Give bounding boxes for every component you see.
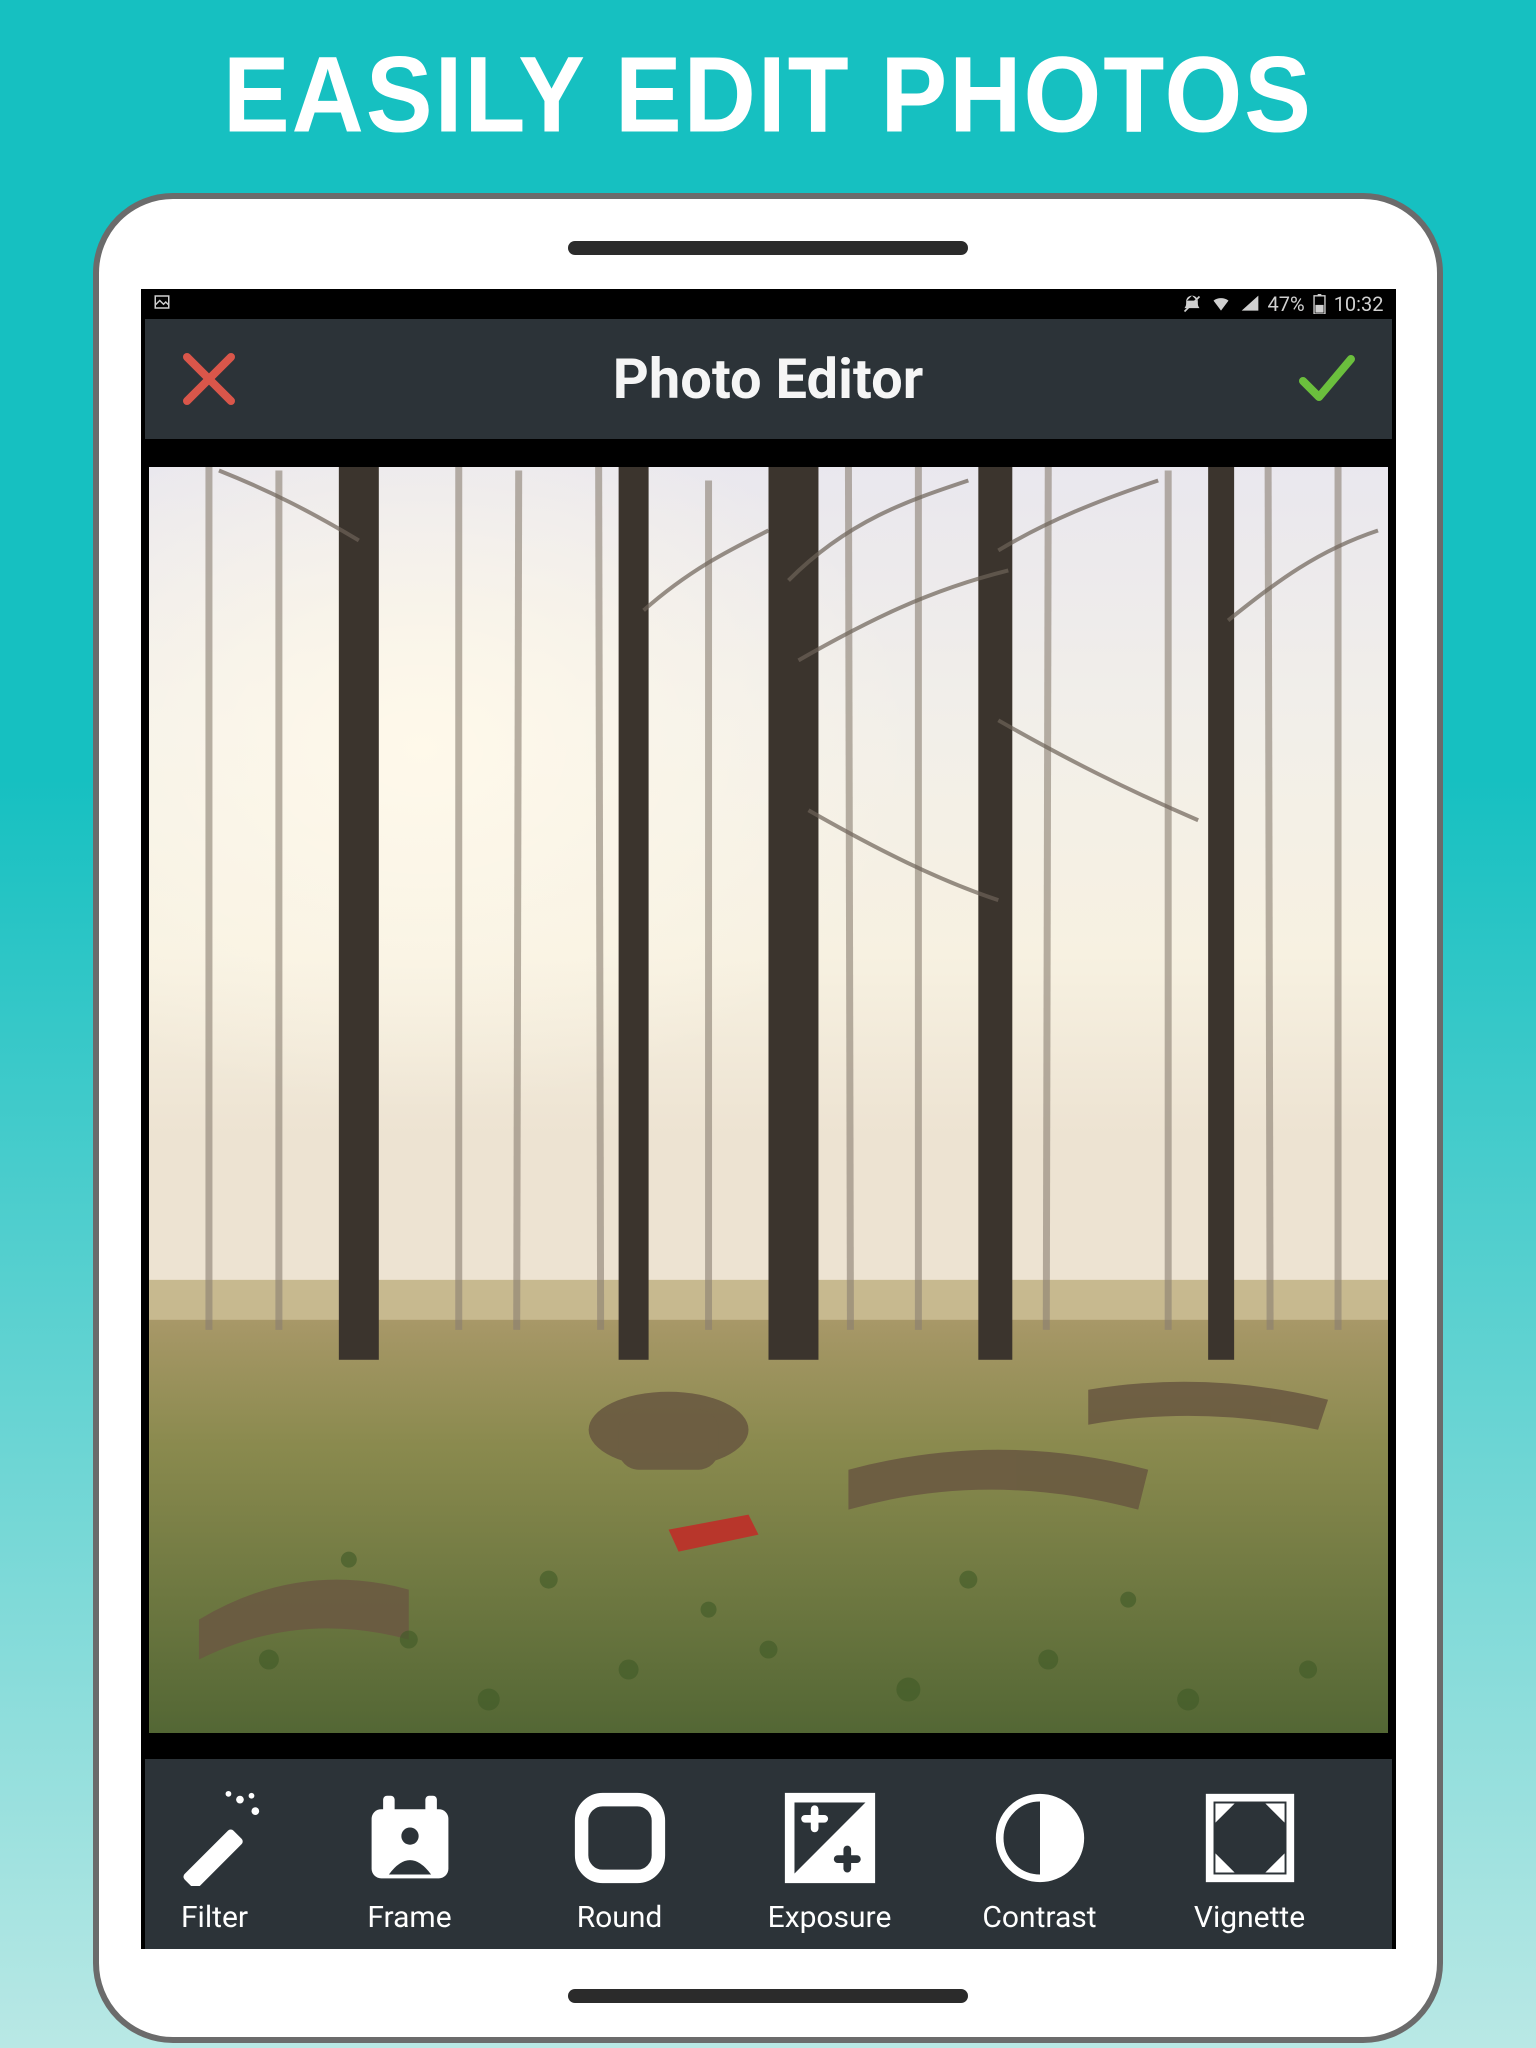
wifi-icon xyxy=(1210,294,1232,314)
app-title: Photo Editor xyxy=(613,346,923,412)
cancel-button[interactable] xyxy=(177,347,241,411)
check-icon xyxy=(1295,347,1359,411)
edited-photo xyxy=(149,467,1388,1733)
rounded-square-icon xyxy=(572,1790,668,1886)
tool-filter[interactable]: Filter xyxy=(145,1759,305,1949)
tool-label: Frame xyxy=(367,1900,451,1935)
photo-canvas[interactable] xyxy=(145,439,1392,1759)
battery-icon xyxy=(1313,294,1326,314)
tool-label: Filter xyxy=(181,1900,248,1935)
tool-vignette[interactable]: Vignette xyxy=(1145,1759,1355,1949)
status-time: 10:32 xyxy=(1334,292,1384,316)
tablet-speaker-top xyxy=(568,241,968,255)
confirm-button[interactable] xyxy=(1295,347,1359,411)
contrast-icon xyxy=(992,1790,1088,1886)
tablet-speaker-bottom xyxy=(568,1989,968,2003)
tool-exposure[interactable]: Exposure xyxy=(725,1759,935,1949)
tool-round[interactable]: Round xyxy=(515,1759,725,1949)
picture-indicator-icon xyxy=(153,292,171,316)
close-icon xyxy=(177,347,241,411)
tool-frame[interactable]: Frame xyxy=(305,1759,515,1949)
promo-headline: EASILY EDIT PHOTOS xyxy=(223,33,1313,157)
tool-contrast[interactable]: Contrast xyxy=(935,1759,1145,1949)
battery-percentage: 47% xyxy=(1268,292,1305,316)
tablet-frame: 47% 10:32 Photo Editor xyxy=(93,193,1443,2043)
vignette-icon xyxy=(1202,1790,1298,1886)
mute-icon xyxy=(1182,294,1202,314)
exposure-icon xyxy=(782,1790,878,1886)
tool-label: Exposure xyxy=(768,1900,892,1935)
android-status-bar: 47% 10:32 xyxy=(145,289,1392,319)
frame-icon xyxy=(362,1790,458,1886)
app-screen: 47% 10:32 Photo Editor xyxy=(141,289,1396,1949)
app-bar: Photo Editor xyxy=(145,319,1392,439)
tool-label: Vignette xyxy=(1194,1900,1305,1935)
tool-bar[interactable]: Filter Frame Round Exposure xyxy=(145,1759,1392,1949)
wand-icon xyxy=(167,1790,263,1886)
tool-label: Round xyxy=(577,1900,663,1935)
tool-label: Contrast xyxy=(982,1900,1096,1935)
signal-icon xyxy=(1240,294,1260,314)
